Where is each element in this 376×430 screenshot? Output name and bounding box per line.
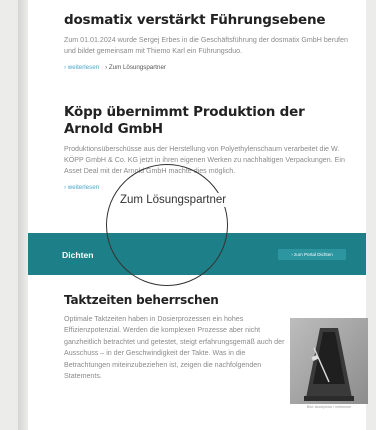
read-more-link[interactable]: › weiterlesen xyxy=(64,64,99,71)
section-title: Dichten xyxy=(62,250,94,260)
solution-partner-tooltip[interactable]: Zum Lösungspartner xyxy=(120,193,227,207)
news-article-koepp: Köpp übernimmt Produktion der Arnold Gmb… xyxy=(64,104,354,191)
image-caption: Bild: stockphoto / metronom xyxy=(306,405,352,409)
news-article-dosmatix: dosmatix verstärkt Führungsebene Zum 01.… xyxy=(64,12,354,71)
read-more-link[interactable]: › weiterlesen xyxy=(64,184,99,191)
solution-partner-link[interactable]: › Zum Lösungspartner xyxy=(105,64,166,71)
article-headline[interactable]: dosmatix verstärkt Führungsebene xyxy=(64,12,354,29)
article-body: Zum 01.01.2024 wurde Sergej Erbes in die… xyxy=(64,36,348,55)
article-body: Produktionsüberschüsse aus der Herstellu… xyxy=(64,145,345,175)
metronome-icon[interactable] xyxy=(290,318,368,404)
article-headline[interactable]: Köpp übernimmt Produktion der Arnold Gmb… xyxy=(64,104,354,138)
focus-circle xyxy=(106,164,228,286)
feature-article: Taktzeiten beherrschen Optimale Taktzeit… xyxy=(64,292,286,382)
feature-body: Optimale Taktzeiten haben in Dosierproze… xyxy=(64,315,285,381)
article-links: › weiterlesen › Zum Lösungspartner xyxy=(64,64,354,71)
portal-button[interactable]: › zum Portal Dichten xyxy=(278,249,346,260)
feature-headline[interactable]: Taktzeiten beherrschen xyxy=(64,292,286,309)
